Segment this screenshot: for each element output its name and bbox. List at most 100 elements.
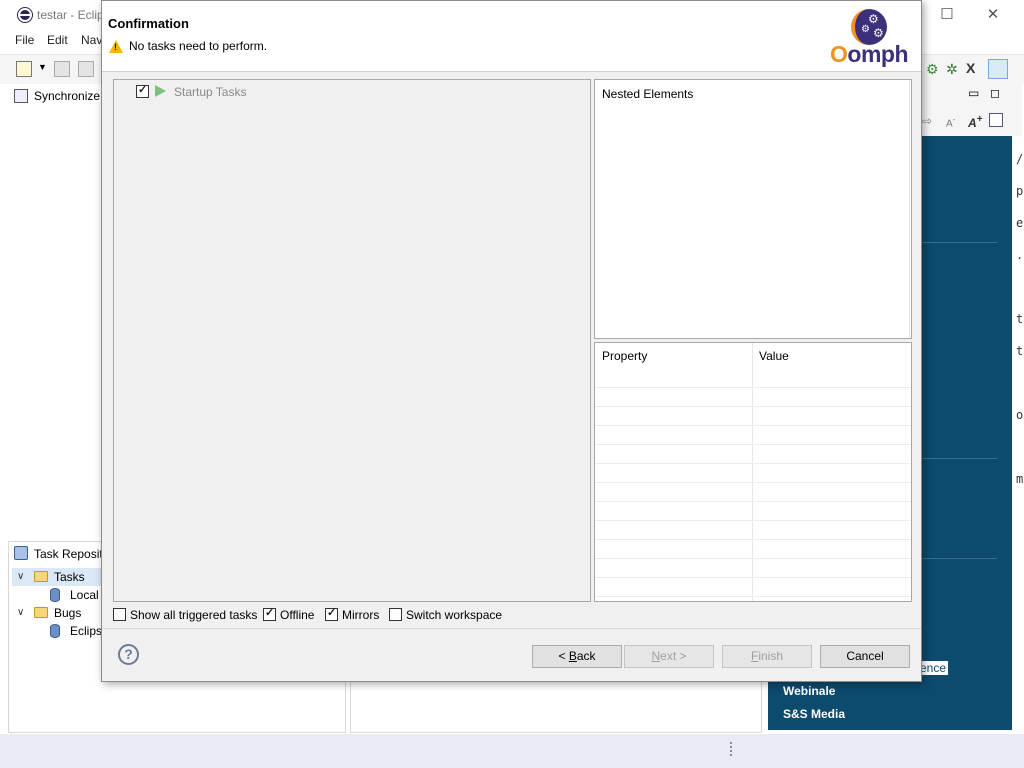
menu-file[interactable]: File bbox=[15, 33, 34, 47]
minimize-view-icon[interactable]: ▭ bbox=[968, 86, 979, 100]
editor-fragment: m bbox=[1016, 472, 1024, 486]
nested-elements-pane[interactable]: Nested Elements bbox=[594, 79, 912, 339]
column-divider bbox=[752, 343, 753, 601]
task-repository-icon bbox=[14, 546, 28, 560]
switch-workspace-label: Switch workspace bbox=[406, 608, 503, 622]
property-column-header[interactable]: Property bbox=[602, 349, 647, 363]
synchronize-view-title[interactable]: Synchronize bbox=[34, 89, 100, 103]
share-icon[interactable]: ⚙ bbox=[926, 61, 942, 77]
welcome-divider bbox=[922, 558, 997, 559]
welcome-link-ss-media[interactable]: S&S Media bbox=[783, 707, 845, 721]
welcome-link-webinale[interactable]: Webinale bbox=[783, 684, 835, 698]
editor-fragment: o bbox=[1016, 408, 1024, 422]
customize-icon[interactable] bbox=[989, 113, 1003, 127]
window-title: testar - Eclip bbox=[37, 8, 104, 22]
help-icon[interactable]: ? bbox=[118, 644, 139, 665]
forward-icon[interactable]: ⇨ bbox=[922, 114, 932, 128]
table-row bbox=[595, 520, 911, 521]
editor-fragment: t bbox=[1016, 312, 1024, 326]
table-row bbox=[595, 482, 911, 483]
folder-icon bbox=[34, 571, 48, 582]
confirmation-dialog: Confirmation ! No tasks need to perform.… bbox=[101, 0, 922, 682]
next-button[interactable]: Next > bbox=[624, 645, 714, 668]
button-bar-divider bbox=[102, 628, 921, 629]
show-all-triggered-tasks-checkbox[interactable] bbox=[113, 608, 126, 621]
maximize-view-icon[interactable]: ◻ bbox=[990, 86, 1000, 100]
synchronize-icon bbox=[14, 89, 28, 103]
status-bar bbox=[0, 734, 1024, 768]
warning-icon: ! bbox=[109, 40, 123, 53]
editor-fragment: p bbox=[1016, 184, 1024, 198]
chevron-down-icon[interactable]: ∨ bbox=[17, 604, 24, 622]
tree-item-label: Local bbox=[70, 588, 99, 602]
editor-fragment: t bbox=[1016, 344, 1024, 358]
maximize-icon[interactable]: ☐ bbox=[935, 4, 959, 26]
editor-strip: / p e . t t o m bbox=[1012, 136, 1024, 734]
show-all-triggered-tasks-label: Show all triggered tasks bbox=[130, 608, 258, 622]
nested-elements-scrollbar[interactable] bbox=[909, 80, 911, 338]
dialog-message: No tasks need to perform. bbox=[129, 39, 268, 53]
editor-fragment: / bbox=[1016, 152, 1024, 166]
table-row bbox=[595, 539, 911, 540]
dialog-header: Confirmation ! No tasks need to perform.… bbox=[102, 1, 921, 72]
table-row bbox=[595, 444, 911, 445]
editor-fragment: . bbox=[1016, 248, 1024, 262]
save-icon[interactable] bbox=[54, 61, 70, 77]
welcome-divider bbox=[922, 458, 997, 459]
editor-fragment: e bbox=[1016, 216, 1024, 230]
table-row bbox=[595, 577, 911, 578]
save-all-icon[interactable] bbox=[78, 61, 94, 77]
chevron-down-icon[interactable]: ∨ bbox=[17, 568, 24, 586]
center-bottom-view bbox=[350, 681, 762, 733]
close-icon[interactable]: ✕ bbox=[981, 4, 1005, 26]
offline-checkbox[interactable] bbox=[263, 606, 276, 621]
table-row bbox=[595, 406, 911, 407]
table-row bbox=[595, 596, 911, 597]
table-row bbox=[595, 501, 911, 502]
synchronize-view bbox=[8, 86, 108, 536]
new-icon[interactable] bbox=[16, 61, 32, 77]
oomph-logo-gears: ⚙ ⚙ ⚙ bbox=[851, 9, 887, 45]
cancel-button[interactable]: Cancel bbox=[820, 645, 910, 668]
mirrors-checkbox[interactable] bbox=[325, 606, 338, 621]
debug-icon[interactable]: ✲ bbox=[946, 61, 962, 77]
decrease-font-icon[interactable]: A- bbox=[946, 114, 955, 129]
repository-icon bbox=[50, 588, 60, 602]
task-repositories-title[interactable]: Task Reposito bbox=[34, 547, 109, 561]
welcome-divider bbox=[922, 242, 997, 243]
folder-icon bbox=[34, 607, 48, 618]
finish-button[interactable]: Finish bbox=[722, 645, 812, 668]
offline-label: Offline bbox=[280, 608, 315, 622]
tree-item-label: Eclips bbox=[70, 624, 103, 638]
table-row bbox=[595, 425, 911, 426]
new-dropdown-icon[interactable]: ▼ bbox=[38, 62, 47, 72]
switch-workspace-checkbox[interactable] bbox=[389, 608, 402, 621]
table-row bbox=[595, 387, 911, 388]
status-bar-grip[interactable] bbox=[730, 742, 734, 756]
nested-elements-label: Nested Elements bbox=[602, 87, 694, 101]
startup-tasks-icon bbox=[155, 85, 166, 97]
startup-tasks-checkbox[interactable] bbox=[136, 83, 149, 98]
repository-icon bbox=[50, 624, 60, 638]
properties-table[interactable]: Property Value bbox=[594, 342, 912, 602]
value-column-header[interactable]: Value bbox=[759, 349, 789, 363]
tree-item-label: Bugs bbox=[54, 606, 82, 620]
tree-item-label: Tasks bbox=[54, 570, 85, 584]
welcome-link-conference[interactable]: ence bbox=[918, 661, 949, 675]
back-button[interactable]: < Back bbox=[532, 645, 622, 668]
eclipse-app-icon bbox=[18, 8, 32, 22]
dialog-title: Confirmation bbox=[108, 16, 189, 31]
table-row bbox=[595, 558, 911, 559]
task-tree[interactable]: Startup Tasks bbox=[113, 79, 591, 602]
xml-perspective-icon[interactable]: X bbox=[966, 60, 982, 76]
menu-navigate[interactable]: Nav bbox=[81, 33, 102, 47]
tree-item-tasks[interactable]: ∨ Tasks bbox=[12, 568, 102, 586]
oomph-logo: ⚙ ⚙ ⚙ Oomph bbox=[830, 9, 915, 67]
startup-tasks-label: Startup Tasks bbox=[174, 85, 247, 99]
oomph-logo-text: Oomph bbox=[830, 41, 908, 67]
menu-edit[interactable]: Edit bbox=[47, 33, 68, 47]
right-panel-toolbar: ▭ ◻ ⇨ A- A+ bbox=[922, 84, 1022, 136]
mirrors-label: Mirrors bbox=[342, 608, 380, 622]
increase-font-icon[interactable]: A+ bbox=[968, 114, 983, 130]
team-perspective-icon[interactable] bbox=[988, 59, 1008, 79]
